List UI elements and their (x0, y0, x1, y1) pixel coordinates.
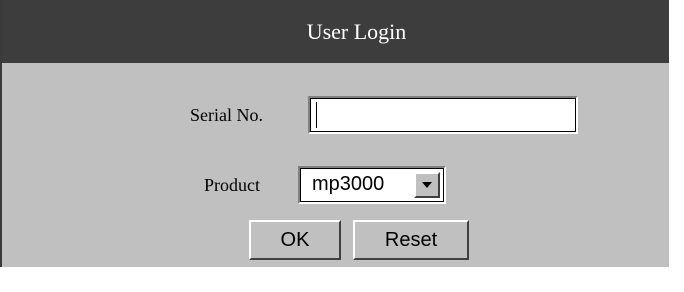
login-dialog: User Login Serial No. Product mp3000 OK … (0, 0, 669, 267)
serial-label: Serial No. (190, 105, 263, 125)
product-label: Product (204, 175, 260, 195)
serial-input[interactable] (308, 96, 578, 134)
product-select-value: mp3000 (312, 173, 385, 195)
dialog-titlebar: User Login (2, 0, 669, 63)
reset-button[interactable]: Reset (353, 220, 469, 260)
text-caret (316, 102, 317, 128)
dropdown-button[interactable] (414, 172, 440, 198)
ok-button[interactable]: OK (249, 220, 341, 260)
dialog-title: User Login (306, 18, 407, 44)
chevron-down-icon (422, 182, 432, 188)
product-select[interactable]: mp3000 (298, 166, 446, 204)
